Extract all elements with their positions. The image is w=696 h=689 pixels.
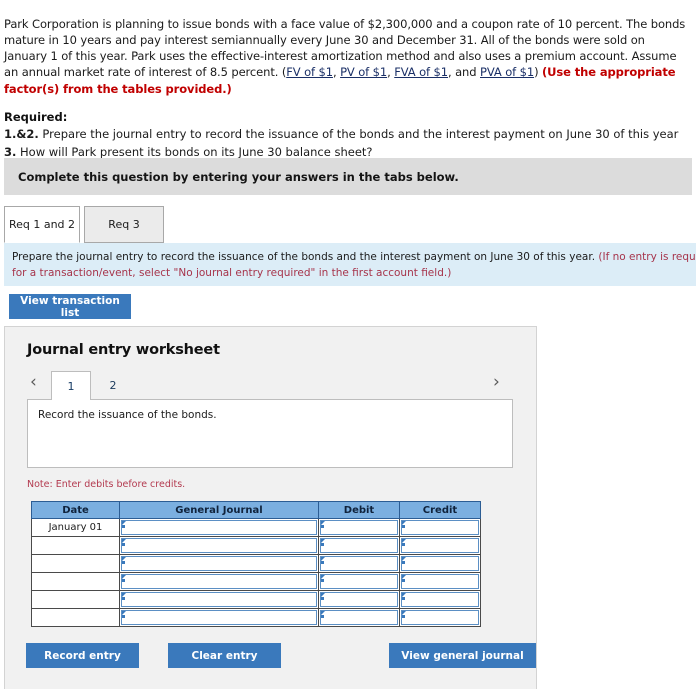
- credit-input-4[interactable]: [401, 574, 479, 589]
- credit-input-3[interactable]: [401, 556, 479, 571]
- table-row: [31, 572, 481, 591]
- debit-input-3[interactable]: [320, 556, 398, 571]
- worksheet-page-1-label: 1: [67, 379, 75, 393]
- worksheet-page-1[interactable]: 1: [51, 371, 91, 400]
- column-header-general-journal: General Journal: [119, 501, 319, 519]
- cell-date-1[interactable]: January 01: [31, 518, 120, 537]
- debit-input-1[interactable]: [320, 520, 398, 535]
- account-input-1[interactable]: [121, 520, 317, 535]
- required-item-1-number: 1.&2.: [4, 127, 39, 142]
- task-instruction-line-2: for a transaction/event, select "No jour…: [12, 267, 452, 280]
- cell-debit-2[interactable]: [318, 536, 400, 555]
- link-separator-3: , and: [447, 65, 480, 80]
- debits-before-credits-note: Note: Enter debits before credits.: [27, 479, 186, 490]
- account-input-5[interactable]: [121, 592, 317, 607]
- cell-general-journal-6[interactable]: [119, 608, 319, 627]
- credit-input-1[interactable]: [401, 520, 479, 535]
- debit-input-5[interactable]: [320, 592, 398, 607]
- complete-question-banner: Complete this question by entering your …: [4, 158, 692, 195]
- tab-req-1-and-2-label: Req 1 and 2: [8, 218, 76, 231]
- cell-general-journal-1[interactable]: [119, 518, 319, 537]
- cell-credit-3[interactable]: [399, 554, 481, 573]
- link-pv-of-1[interactable]: PV of $1: [340, 65, 387, 79]
- tab-req-1-and-2[interactable]: Req 1 and 2: [4, 206, 80, 243]
- cell-general-journal-3[interactable]: [119, 554, 319, 573]
- worksheet-prompt-text: Record the issuance of the bonds.: [38, 409, 217, 421]
- question-page: Park Corporation is planning to issue bo…: [0, 0, 696, 689]
- cell-credit-4[interactable]: [399, 572, 481, 591]
- worksheet-pager: ‹ 1 2 ›: [27, 371, 517, 400]
- credit-input-2[interactable]: [401, 538, 479, 553]
- column-header-debit: Debit: [318, 501, 400, 519]
- required-item-2-text: How will Park present its bonds on its J…: [16, 144, 373, 159]
- tab-req-3[interactable]: Req 3: [84, 206, 164, 243]
- credit-input-6[interactable]: [401, 610, 479, 625]
- cell-credit-1[interactable]: [399, 518, 481, 537]
- journal-entry-table: Date General Journal Debit Credit Januar…: [31, 501, 481, 627]
- cell-debit-1[interactable]: [318, 518, 400, 537]
- table-row: [31, 536, 481, 555]
- required-item-2-number: 3.: [4, 144, 17, 159]
- table-row: [31, 554, 481, 573]
- column-header-date: Date: [31, 501, 120, 519]
- cell-date-4[interactable]: [31, 572, 120, 591]
- cell-debit-6[interactable]: [318, 608, 400, 627]
- debit-input-4[interactable]: [320, 574, 398, 589]
- cell-general-journal-2[interactable]: [119, 536, 319, 555]
- problem-statement: Park Corporation is planning to issue bo…: [0, 12, 696, 98]
- credit-input-5[interactable]: [401, 592, 479, 607]
- view-general-journal-button[interactable]: View general journal: [389, 643, 536, 668]
- required-item-1-text: Prepare the journal entry to record the …: [38, 127, 679, 142]
- record-entry-button[interactable]: Record entry: [26, 643, 139, 668]
- account-input-2[interactable]: [121, 538, 317, 553]
- cell-general-journal-5[interactable]: [119, 590, 319, 609]
- cell-credit-5[interactable]: [399, 590, 481, 609]
- task-instruction-note-start: (If no entry is required: [598, 251, 696, 263]
- link-pva-of-1[interactable]: PVA of $1: [480, 65, 534, 79]
- cell-credit-6[interactable]: [399, 608, 481, 627]
- cell-date-3[interactable]: [31, 554, 120, 573]
- cell-date-6[interactable]: [31, 608, 120, 627]
- account-input-6[interactable]: [121, 610, 317, 625]
- worksheet-page-2-label: 2: [109, 379, 117, 392]
- view-transaction-list-button[interactable]: View transaction list: [9, 294, 131, 319]
- required-heading: Required:: [4, 110, 68, 125]
- cell-credit-2[interactable]: [399, 536, 481, 555]
- cell-debit-4[interactable]: [318, 572, 400, 591]
- link-fv-of-1[interactable]: FV of $1: [286, 65, 333, 79]
- journal-entry-worksheet-panel: Journal entry worksheet ‹ 1 2 › Record t…: [4, 326, 537, 689]
- task-instruction-main: Prepare the journal entry to record the …: [12, 251, 599, 263]
- worksheet-page-2[interactable]: 2: [93, 371, 133, 400]
- cell-debit-3[interactable]: [318, 554, 400, 573]
- requirement-tabs: Req 1 and 2 Req 3: [4, 206, 692, 243]
- cell-general-journal-4[interactable]: [119, 572, 319, 591]
- table-row: January 01: [31, 518, 481, 537]
- chevron-right-icon[interactable]: ›: [493, 374, 500, 391]
- debit-input-2[interactable]: [320, 538, 398, 553]
- cell-debit-5[interactable]: [318, 590, 400, 609]
- clear-entry-button[interactable]: Clear entry: [168, 643, 281, 668]
- cell-date-2[interactable]: [31, 536, 120, 555]
- task-instruction-banner: Prepare the journal entry to record the …: [4, 243, 696, 286]
- account-input-3[interactable]: [121, 556, 317, 571]
- tab-req-3-label: Req 3: [108, 218, 140, 231]
- required-section: Required: 1.&2. Prepare the journal entr…: [0, 109, 696, 161]
- task-instruction-line-1: Prepare the journal entry to record the …: [12, 249, 696, 265]
- table-header-row: Date General Journal Debit Credit: [31, 501, 481, 519]
- link-fva-of-1[interactable]: FVA of $1: [394, 65, 448, 79]
- table-row: [31, 590, 481, 609]
- chevron-left-icon[interactable]: ‹: [30, 374, 37, 391]
- problem-text-part2: ): [534, 65, 543, 80]
- worksheet-title: Journal entry worksheet: [27, 342, 220, 358]
- cell-date-5[interactable]: [31, 590, 120, 609]
- worksheet-prompt-box: Record the issuance of the bonds.: [27, 399, 513, 468]
- required-item-1: 1.&2. Prepare the journal entry to recor…: [4, 126, 690, 143]
- link-separator-1: ,: [332, 65, 341, 80]
- complete-question-banner-text: Complete this question by entering your …: [18, 169, 459, 184]
- column-header-credit: Credit: [399, 501, 481, 519]
- account-input-4[interactable]: [121, 574, 317, 589]
- table-row: [31, 608, 481, 627]
- debit-input-6[interactable]: [320, 610, 398, 625]
